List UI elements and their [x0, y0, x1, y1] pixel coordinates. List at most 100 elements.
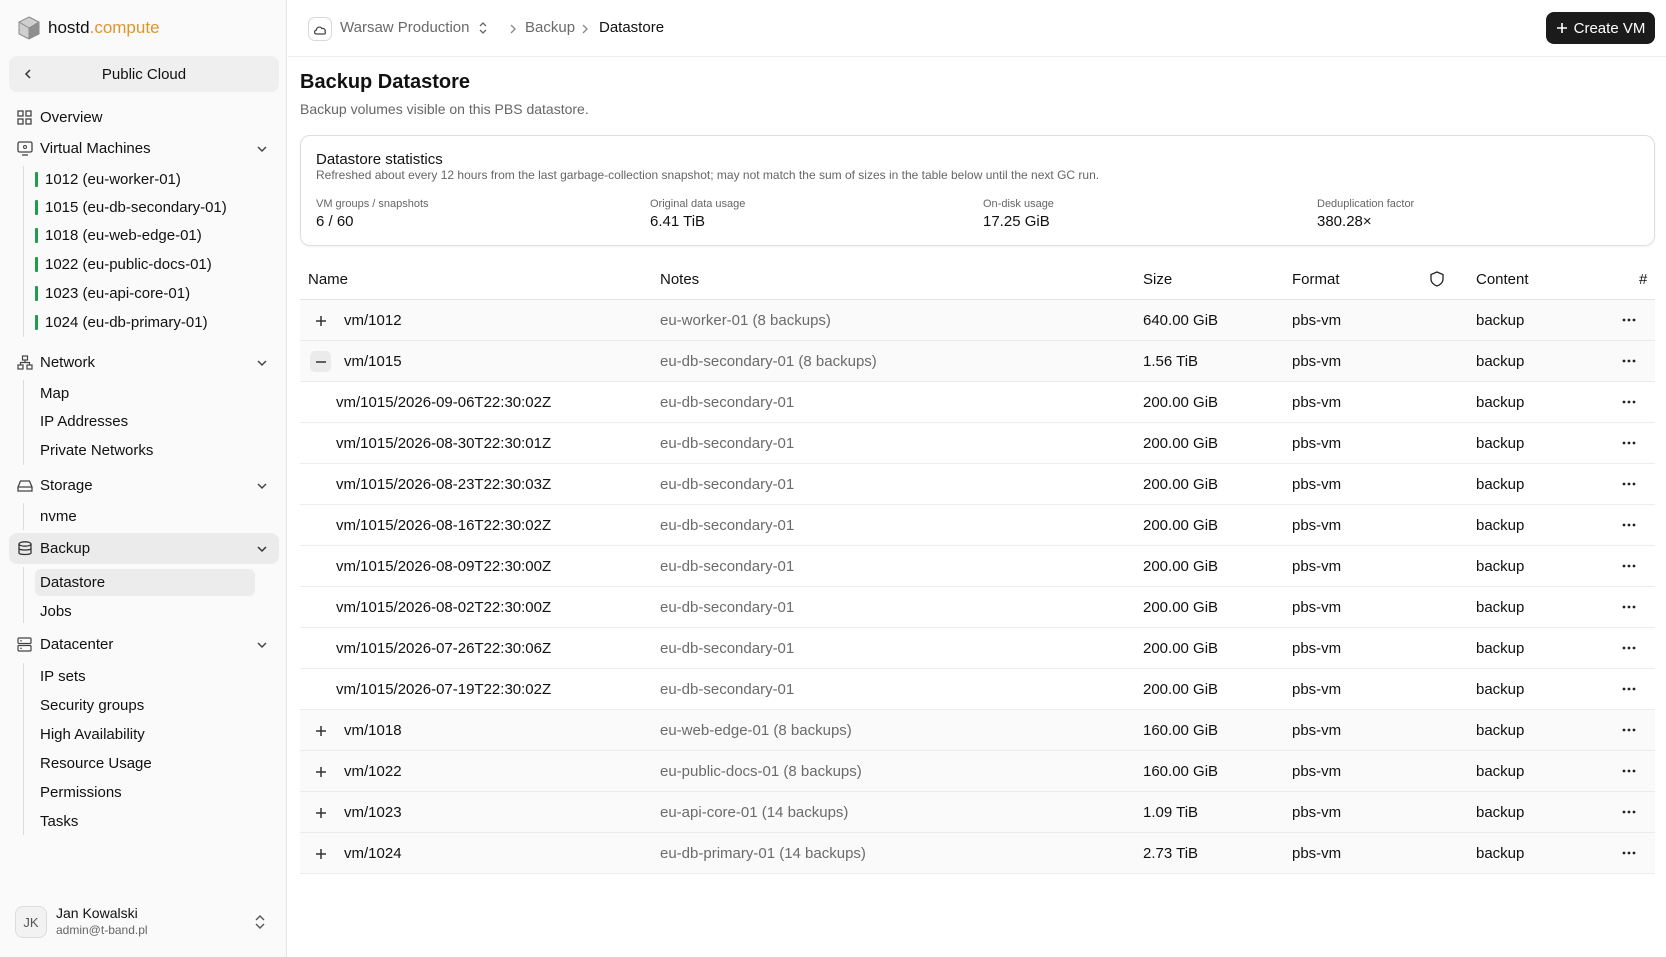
sidebar-item-private-networks[interactable]: Private Networks — [35, 437, 153, 464]
table-row[interactable]: vm/1015/2026-07-26T22:30:06Z eu-db-second… — [300, 628, 1655, 669]
datastore-stats-card: Datastore statistics Refreshed about eve… — [300, 135, 1655, 246]
table-row-group[interactable]: vm/1015 eu-db-secondary-01 (8 backups) 1.5… — [300, 341, 1655, 382]
nav-storage[interactable]: Storage — [9, 470, 279, 501]
sidebar-item-vm-1022[interactable]: 1022 (eu-public-docs-01) — [35, 251, 212, 278]
more-actions-icon[interactable] — [1621, 558, 1637, 574]
sidebar-item-nvme[interactable]: nvme — [35, 503, 77, 530]
status-running-indicator — [35, 172, 38, 187]
chevron-down-icon[interactable] — [254, 355, 269, 370]
chevron-down-icon[interactable] — [254, 141, 269, 156]
more-actions-icon[interactable] — [1621, 722, 1637, 738]
database-icon — [16, 540, 33, 557]
nav-virtual-machines[interactable]: Virtual Machines — [9, 133, 279, 164]
row-size: 1.09 TiB — [1143, 804, 1199, 821]
more-actions-icon[interactable] — [1621, 599, 1637, 615]
context-switcher[interactable]: Public Cloud — [9, 56, 279, 92]
status-running-indicator — [35, 315, 38, 330]
more-actions-icon[interactable] — [1621, 804, 1637, 820]
more-actions-icon[interactable] — [1621, 681, 1637, 697]
more-actions-icon[interactable] — [1621, 517, 1637, 533]
row-name: vm/1015/2026-08-16T22:30:02Z — [336, 517, 552, 534]
create-vm-button[interactable]: Create VM — [1546, 12, 1655, 44]
sidebar-item-ip-sets[interactable]: IP sets — [35, 663, 86, 690]
sidebar-item-high-availability[interactable]: High Availability — [35, 721, 145, 748]
expand-icon[interactable] — [310, 761, 331, 782]
nav-backup[interactable]: Backup — [9, 533, 279, 564]
row-size: 200.00 GiB — [1143, 394, 1219, 411]
cluster-switcher[interactable]: Warsaw Production — [340, 19, 470, 36]
collapse-icon[interactable] — [310, 351, 331, 372]
row-format: pbs-vm — [1292, 394, 1342, 411]
sidebar-item-resource-usage[interactable]: Resource Usage — [35, 750, 152, 777]
expand-icon[interactable] — [310, 310, 331, 331]
chevrons-up-down-icon[interactable] — [477, 20, 489, 36]
table-row-group[interactable]: vm/1012 eu-worker-01 (8 backups) 640.00 Gi… — [300, 300, 1655, 341]
table-row-group[interactable]: vm/1022 eu-public-docs-01 (8 backups) 160.… — [300, 751, 1655, 792]
breadcrumb-backup[interactable]: Backup — [525, 19, 575, 36]
more-actions-icon[interactable] — [1621, 312, 1637, 328]
table-row[interactable]: vm/1015/2026-07-19T22:30:02Z eu-db-second… — [300, 669, 1655, 710]
sidebar-item-vm-1023[interactable]: 1023 (eu-api-core-01) — [35, 280, 190, 307]
table-row-group[interactable]: vm/1018 eu-web-edge-01 (8 backups) 160.00 … — [300, 710, 1655, 751]
chevrons-up-down-icon[interactable] — [253, 914, 267, 930]
nav-network[interactable]: Network — [9, 347, 279, 378]
col-content[interactable]: Content — [1476, 271, 1529, 288]
sidebar-item-jobs[interactable]: Jobs — [35, 598, 72, 625]
sidebar-item-vm-1024[interactable]: 1024 (eu-db-primary-01) — [35, 309, 208, 336]
vm-label: 1024 (eu-db-primary-01) — [45, 314, 208, 331]
sidebar-item-ip-addresses[interactable]: IP Addresses — [35, 408, 128, 435]
status-running-indicator — [35, 228, 38, 243]
more-actions-icon[interactable] — [1621, 353, 1637, 369]
table-row-group[interactable]: vm/1023 eu-api-core-01 (14 backups) 1.09 T… — [300, 792, 1655, 833]
sidebar-item-permissions[interactable]: Permissions — [35, 779, 122, 806]
sidebar-item-vm-1012[interactable]: 1012 (eu-worker-01) — [35, 166, 181, 193]
sidebar-item-vm-1018[interactable]: 1018 (eu-web-edge-01) — [35, 222, 202, 249]
sidebar-item-tasks[interactable]: Tasks — [35, 808, 78, 835]
row-format: pbs-vm — [1292, 722, 1342, 739]
table-row[interactable]: vm/1015/2026-09-06T22:30:02Z eu-db-second… — [300, 382, 1655, 423]
table-row[interactable]: vm/1015/2026-08-30T22:30:01Z eu-db-second… — [300, 423, 1655, 464]
expand-icon[interactable] — [310, 843, 331, 864]
stat-label: Original data usage — [650, 198, 746, 210]
brand[interactable]: hostd.compute — [18, 14, 160, 42]
user-menu[interactable]: JK Jan Kowalski admin@t-band.pl — [15, 904, 275, 942]
sidebar-item-datastore[interactable]: Datastore — [35, 569, 255, 596]
sidebar-item-label: Security groups — [40, 697, 145, 714]
sidebar-item-security-groups[interactable]: Security groups — [35, 692, 144, 719]
sidebar-item-vm-1015[interactable]: 1015 (eu-db-secondary-01) — [35, 194, 227, 221]
chevron-down-icon[interactable] — [254, 637, 269, 652]
stat-on-disk-usage: On-disk usage 17.25 GiB — [983, 198, 1054, 230]
row-notes: eu-db-secondary-01 — [660, 435, 795, 452]
expand-icon[interactable] — [310, 802, 331, 823]
nav-overview-label: Overview — [40, 109, 103, 126]
table-row-group[interactable]: vm/1024 eu-db-primary-01 (14 backups) 2.73… — [300, 833, 1655, 874]
table-row[interactable]: vm/1015/2026-08-02T22:30:00Z eu-db-second… — [300, 587, 1655, 628]
expand-icon[interactable] — [310, 720, 331, 741]
col-name[interactable]: Name — [308, 271, 348, 288]
chevron-down-icon[interactable] — [254, 478, 269, 493]
row-content: backup — [1476, 763, 1525, 780]
more-actions-icon[interactable] — [1621, 763, 1637, 779]
stat-value: 6 / 60 — [316, 213, 354, 230]
table-row[interactable]: vm/1015/2026-08-23T22:30:03Z eu-db-second… — [300, 464, 1655, 505]
chevron-down-icon[interactable] — [254, 541, 269, 556]
more-actions-icon[interactable] — [1621, 476, 1637, 492]
col-size[interactable]: Size — [1143, 271, 1172, 288]
col-format[interactable]: Format — [1292, 271, 1340, 288]
more-actions-icon[interactable] — [1621, 845, 1637, 861]
nav-datacenter[interactable]: Datacenter — [9, 629, 279, 660]
more-actions-icon[interactable] — [1621, 435, 1637, 451]
table-row[interactable]: vm/1015/2026-08-09T22:30:00Z eu-db-second… — [300, 546, 1655, 587]
sidebar-item-map[interactable]: Map — [35, 380, 69, 407]
sidebar-item-label: Datastore — [40, 574, 106, 591]
chevron-left-icon[interactable] — [19, 65, 37, 83]
nav-overview[interactable]: Overview — [9, 102, 279, 133]
more-actions-icon[interactable] — [1621, 640, 1637, 656]
more-actions-icon[interactable] — [1621, 394, 1637, 410]
col-notes[interactable]: Notes — [660, 271, 699, 288]
user-name: Jan Kowalski — [56, 905, 138, 921]
table-row[interactable]: vm/1015/2026-08-16T22:30:02Z eu-db-second… — [300, 505, 1655, 546]
nav-network-label: Network — [40, 354, 96, 371]
stat-dedup-factor: Deduplication factor 380.28× — [1317, 198, 1414, 230]
row-notes: eu-db-secondary-01 — [660, 517, 795, 534]
